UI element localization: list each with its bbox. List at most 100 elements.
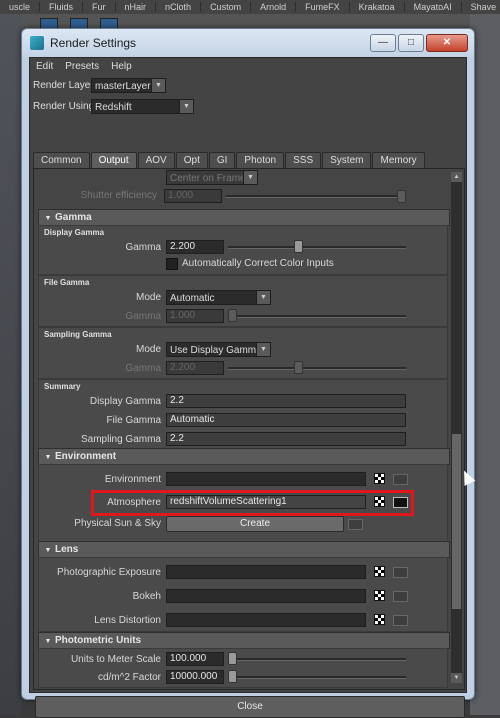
summary-file-gamma-label: File Gamma <box>106 415 161 426</box>
shelf-tab[interactable]: Arnold <box>251 2 297 12</box>
photographic-exposure-field[interactable] <box>166 565 366 579</box>
chevron-down-icon: ▼ <box>179 100 193 113</box>
minimize-button[interactable]: — <box>370 34 396 52</box>
shelf-tab[interactable]: nHair <box>116 2 157 12</box>
render-using-dropdown[interactable]: Redshift ▼ <box>91 99 194 114</box>
tab-opt[interactable]: Opt <box>175 152 208 168</box>
environment-section-title: Environment <box>55 451 117 462</box>
tab-system[interactable]: System <box>322 152 372 168</box>
shelf-tab[interactable]: Shave <box>462 2 500 12</box>
auto-correct-checkbox[interactable] <box>166 258 178 270</box>
bokeh-field[interactable] <box>166 589 366 603</box>
display-gamma-field[interactable]: 2.200 <box>166 240 224 254</box>
chevron-down-icon: ▼ <box>243 171 257 184</box>
units-to-meter-field[interactable]: 100.000 <box>166 652 224 666</box>
shelf-tab[interactable]: nCloth <box>156 2 202 12</box>
collapse-triangle-icon: ▼ <box>44 638 52 645</box>
sampling-gamma-field: 2.200 <box>166 361 224 375</box>
shelf-tab[interactable]: Fluids <box>40 2 84 12</box>
atmosphere-highlight-box <box>91 490 414 516</box>
chevron-down-icon: ▼ <box>151 79 165 92</box>
summary-sampling-gamma-label: Sampling Gamma <box>80 434 161 445</box>
shelf-tab[interactable]: uscle <box>0 2 41 12</box>
scroll-down-arrow-icon[interactable]: ▼ <box>451 673 462 683</box>
render-using-value: Redshift <box>95 102 132 113</box>
sampling-gamma-mode-dropdown[interactable]: Use Display Gamma ▼ <box>166 342 271 357</box>
shelf-tab[interactable]: MayatoAI <box>405 2 462 12</box>
lens-distortion-field[interactable] <box>166 613 366 627</box>
output-settings-panel[interactable]: Center on Frame ▼ Shutter efficiency 1.0… <box>33 168 465 690</box>
slider-handle <box>397 190 406 203</box>
render-layer-label: Render Layer <box>33 80 94 91</box>
lens-section-header[interactable]: ▼ Lens <box>38 541 450 558</box>
frame-mode-value: Center on Frame <box>170 173 246 184</box>
sampling-gamma-label: Gamma <box>125 363 161 374</box>
maya-shelf-tabs: uscle Fluids Fur nHair nCloth Custom Arn… <box>0 0 500 15</box>
photographic-exposure-label: Photographic Exposure <box>57 567 161 578</box>
shelf-tab[interactable]: Custom <box>201 2 252 12</box>
lens-group: Photographic Exposure Bokeh Lens Distort… <box>38 557 448 632</box>
create-sun-sky-button[interactable]: Create <box>166 516 344 532</box>
physical-sun-sky-label: Physical Sun & Sky <box>74 518 161 529</box>
input-connection-icon[interactable] <box>393 474 408 485</box>
window-title: Render Settings <box>50 36 137 50</box>
tab-common[interactable]: Common <box>33 152 90 168</box>
tab-output[interactable]: Output <box>90 152 137 168</box>
shelf-tab[interactable]: FumeFX <box>296 2 350 12</box>
input-connection-icon[interactable] <box>393 591 408 602</box>
gamma-section-title: Gamma <box>55 212 92 223</box>
shelf-tab[interactable]: Krakatoa <box>350 2 405 12</box>
menu-edit[interactable]: Edit <box>30 61 59 72</box>
render-using-label: Render Using <box>33 101 95 112</box>
shelf-tab[interactable]: Fur <box>83 2 116 12</box>
checker-map-icon[interactable] <box>374 566 385 577</box>
environment-field[interactable] <box>166 472 366 486</box>
input-connection-icon[interactable] <box>393 615 408 626</box>
render-settings-window: Render Settings — □ ✕ Edit Presets Help … <box>21 28 475 718</box>
tab-photon[interactable]: Photon <box>236 152 285 168</box>
slider-handle[interactable] <box>228 670 237 683</box>
slider-handle[interactable] <box>294 240 303 253</box>
file-gamma-mode-dropdown[interactable]: Automatic ▼ <box>166 290 271 305</box>
tab-memory[interactable]: Memory <box>372 152 425 168</box>
maximize-button[interactable]: □ <box>398 34 424 52</box>
title-bar[interactable]: Render Settings — □ ✕ <box>22 29 474 57</box>
render-layer-dropdown[interactable]: masterLayer ▼ <box>91 78 166 93</box>
tab-aov[interactable]: AOV <box>137 152 175 168</box>
window-client-area: Edit Presets Help Render Layer masterLay… <box>29 57 467 718</box>
scrollbar-thumb[interactable] <box>452 434 461 609</box>
vertical-scrollbar[interactable]: ▲ ▼ <box>451 172 462 683</box>
photometric-section-header[interactable]: ▼ Photometric Units <box>38 632 450 649</box>
file-gamma-title: File Gamma <box>44 278 90 287</box>
units-to-meter-slider[interactable] <box>228 658 406 661</box>
bokeh-label: Bokeh <box>132 591 161 602</box>
tab-sss[interactable]: SSS <box>285 152 322 168</box>
gamma-section-header[interactable]: ▼ Gamma <box>38 209 450 226</box>
menu-presets[interactable]: Presets <box>59 61 105 72</box>
slider-handle[interactable] <box>228 652 237 665</box>
cdm2-factor-slider[interactable] <box>228 676 406 679</box>
input-connection-icon[interactable] <box>393 567 408 578</box>
file-gamma-mode-value: Automatic <box>170 293 215 304</box>
environment-section-header[interactable]: ▼ Environment <box>38 448 450 465</box>
close-window-button[interactable]: ✕ <box>426 34 468 52</box>
shutter-efficiency-label: Shutter efficiency <box>80 190 157 201</box>
input-connection-icon[interactable] <box>348 519 363 530</box>
scroll-up-arrow-icon[interactable]: ▲ <box>451 172 462 182</box>
menu-help[interactable]: Help <box>105 61 138 72</box>
photometric-section-title: Photometric Units <box>55 635 142 646</box>
sampling-gamma-title: Sampling Gamma <box>44 330 112 339</box>
summary-sampling-gamma-value: 2.2 <box>166 432 406 446</box>
summary-title: Summary <box>44 382 81 391</box>
tab-gi[interactable]: GI <box>208 152 236 168</box>
collapse-triangle-icon: ▼ <box>44 215 52 222</box>
cdm2-factor-field[interactable]: 10000.000 <box>166 670 224 684</box>
checker-map-icon[interactable] <box>374 614 385 625</box>
display-gamma-slider[interactable] <box>228 246 406 249</box>
collapse-triangle-icon: ▼ <box>44 547 52 554</box>
file-gamma-field: 1.000 <box>166 309 224 323</box>
checker-map-icon[interactable] <box>374 473 385 484</box>
lens-distortion-label: Lens Distortion <box>94 615 161 626</box>
summary-file-gamma-value: Automatic <box>166 413 406 427</box>
checker-map-icon[interactable] <box>374 590 385 601</box>
